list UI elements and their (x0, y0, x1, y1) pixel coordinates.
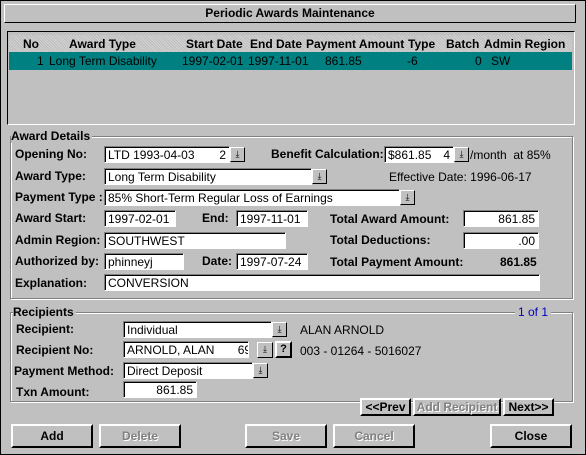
cell-start-date: 1997-02-01 (182, 54, 244, 68)
cell-payment-amount: 861.85 (325, 54, 362, 68)
delete-button[interactable]: Delete (99, 424, 181, 448)
recipient-select[interactable]: Individual (123, 321, 272, 338)
award-details-title: Award Details (11, 129, 93, 143)
down-arrow-bar-icon[interactable]: ⤓ (272, 322, 287, 337)
award-type-label: Award Type: (15, 169, 86, 183)
opening-no-label: Opening No: (15, 147, 87, 161)
recipient-no-label: Recipient No: (16, 343, 94, 357)
col-type[interactable]: Type (408, 37, 435, 51)
recipient-name: ALAN ARNOLD (300, 323, 385, 337)
date-input[interactable]: 1997-07-24 (236, 253, 308, 270)
col-payment-amount[interactable]: Payment Amount (306, 37, 404, 51)
opening-no-select[interactable]: LTD 1993-04-03 2 (104, 146, 230, 163)
col-no[interactable]: No (23, 37, 39, 51)
down-arrow-bar-icon[interactable]: ⤓ (400, 190, 415, 205)
close-button[interactable]: Close (490, 424, 572, 448)
next-button[interactable]: Next>> (503, 398, 554, 416)
cell-batch: 0 (475, 54, 482, 68)
recipient-lookup-button[interactable]: ? (275, 341, 292, 358)
end-label: End: (202, 211, 229, 225)
benefit-suffix: /month at 85% (470, 148, 551, 162)
txn-amount-label: Txn Amount: (16, 385, 90, 399)
cell-no: 1 (37, 54, 44, 68)
add-button[interactable]: Add (11, 424, 93, 448)
col-award-type[interactable]: Award Type (69, 37, 136, 51)
down-arrow-bar-icon[interactable]: ⤓ (454, 147, 469, 162)
award-start-label: Award Start: (15, 211, 87, 225)
payment-type-label: Payment Type : (15, 190, 103, 204)
awards-list[interactable]: No Award Type Start Date End Date Paymen… (7, 31, 575, 125)
payment-method-label: Payment Method: (14, 364, 115, 378)
add-recipient-button[interactable]: Add Recipient (413, 398, 501, 416)
authorized-label: Authorized by: (15, 254, 99, 268)
total-award-label: Total Award Amount: (330, 212, 450, 226)
total-deductions-input[interactable]: .00 (463, 232, 539, 249)
date-label: Date: (202, 254, 233, 268)
recipient-label: Recipient: (16, 322, 75, 336)
col-end-date[interactable]: End Date (250, 37, 302, 51)
col-admin-region[interactable]: Admin Region (484, 37, 565, 51)
authorized-input[interactable]: phinneyj (104, 253, 184, 270)
total-payment-value: 861.85 (500, 255, 537, 269)
award-type-select[interactable]: Long Term Disability (104, 168, 312, 185)
cell-type: -6 (407, 54, 418, 68)
col-start-date[interactable]: Start Date (186, 37, 243, 51)
total-award-input[interactable]: 861.85 (463, 210, 539, 227)
admin-region-input[interactable]: SOUTHWEST (104, 232, 286, 249)
table-row[interactable]: 1 Long Term Disability 1997-02-01 1997-1… (9, 52, 572, 70)
cell-award-type: Long Term Disability (49, 54, 157, 68)
payment-type-select[interactable]: 85% Short-Term Regular Loss of Earnings (104, 189, 400, 206)
total-deductions-label: Total Deductions: (330, 233, 431, 247)
down-arrow-bar-icon[interactable]: ⤓ (257, 342, 273, 358)
window-title: Periodic Awards Maintenance (4, 4, 576, 23)
total-payment-label: Total Payment Amount: (330, 255, 464, 269)
down-arrow-bar-icon[interactable]: ⤓ (253, 363, 268, 378)
benefit-calc-label: Benefit Calculation: (271, 147, 384, 161)
recipients-title: Recipients (13, 305, 76, 319)
recipient-no-select[interactable]: ARNOLD, ALAN 699 (123, 341, 249, 358)
prev-button[interactable]: <<Prev (360, 398, 411, 416)
explanation-label: Explanation: (15, 276, 88, 290)
down-arrow-bar-icon[interactable]: ⤓ (230, 147, 245, 162)
award-start-input[interactable]: 1997-02-01 (104, 210, 176, 227)
effective-date: Effective Date: 1996-06-17 (389, 170, 532, 184)
recipient-number: 003 - 01264 - 5016027 (300, 344, 422, 358)
cancel-button[interactable]: Cancel (333, 424, 415, 448)
list-header: No Award Type Start Date End Date Paymen… (9, 35, 572, 52)
recipient-pager: 1 of 1 (515, 305, 552, 319)
payment-method-select[interactable]: Direct Deposit (123, 362, 253, 379)
col-batch[interactable]: Batch (446, 37, 479, 51)
cell-admin-region: SW (491, 54, 511, 68)
end-input[interactable]: 1997-11-01 (236, 210, 308, 227)
down-arrow-bar-icon[interactable]: ⤓ (312, 169, 327, 184)
txn-amount-input[interactable]: 861.85 (123, 381, 197, 398)
save-button[interactable]: Save (245, 424, 327, 448)
periodic-awards-window: Periodic Awards Maintenance No Award Typ… (0, 0, 586, 455)
explanation-input[interactable]: CONVERSION (104, 274, 540, 291)
cell-end-date: 1997-11-01 (248, 54, 309, 68)
benefit-calc-select[interactable]: $861.85 4 (384, 146, 454, 163)
admin-region-label: Admin Region: (15, 233, 101, 247)
